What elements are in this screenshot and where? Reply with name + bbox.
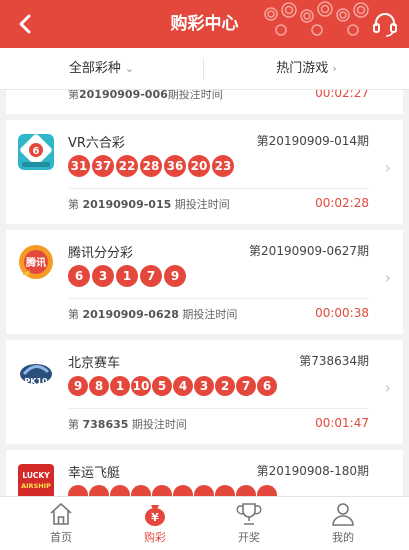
result-ball: 7 [236, 376, 256, 396]
lottery-card-beijing-racing[interactable]: PK10 北京赛车 第738634期 9 8 1 10 5 4 3 2 7 6 › 第 73863… [6, 340, 403, 444]
result-ball: 8 [89, 376, 109, 396]
result-ball [110, 485, 130, 496]
lucky-airship-logo-icon: LUCKY AIRSHIP [18, 464, 54, 496]
result-ball: 37 [92, 155, 114, 177]
result-ball: 7 [140, 265, 162, 287]
result-ball: 6 [68, 265, 90, 287]
tab-buy-lottery-label: 购彩 [144, 531, 166, 544]
draw-result-balls: 31 37 22 28 36 20 23 [68, 155, 236, 178]
chevron-right-icon: › [384, 378, 391, 397]
lottery-name: 幸运飞艇 [68, 466, 121, 481]
all-lottery-types-label: 全部彩种 [68, 61, 121, 76]
lottery-card-tencent-ffc[interactable]: 腾讯 腾讯分分彩 第20190909-0627期 63179 › 第 20190… [6, 230, 403, 334]
draw-result-balls [68, 485, 278, 496]
chevron-right-icon: › [384, 158, 391, 177]
user-icon [332, 503, 354, 526]
result-ball: 3 [92, 265, 114, 287]
hot-games-label: 热门游戏 [276, 61, 329, 76]
next-bet-info: 第 738635 期投注时间 [68, 418, 187, 431]
result-ball [173, 485, 193, 496]
draw-result-balls: 9 8 1 10 5 4 3 2 7 6 [68, 375, 278, 398]
result-ball [68, 485, 88, 496]
customer-service-icon[interactable] [371, 10, 399, 38]
result-ball: 9 [164, 265, 186, 287]
result-ball [89, 485, 109, 496]
svg-text:¥: ¥ [151, 511, 159, 524]
tab-draw-results-label: 开奖 [238, 531, 260, 544]
result-ball: 10 [131, 376, 151, 396]
beijing-racing-logo-icon: PK10 [20, 364, 52, 386]
svg-text:腾讯: 腾讯 [25, 256, 46, 269]
chevron-right-icon: › [332, 62, 337, 75]
result-ball [215, 485, 235, 496]
result-ball [131, 485, 151, 496]
next-bet-info: 第 20190909-0628 期投注时间 [68, 308, 238, 321]
tab-mine[interactable]: 我的 [292, 497, 394, 550]
tencent-ffc-logo-icon: 腾讯 [19, 245, 53, 279]
result-ball: 31 [68, 155, 90, 177]
lottery-card[interactable]: 第20190909-006期投注时间 00:02:27 [6, 90, 403, 114]
card-divider [68, 298, 369, 299]
tab-buy-lottery[interactable]: ¥ 购彩 [104, 497, 206, 550]
bottom-tab-bar: 首页 ¥ 购彩 开奖 我的 [0, 496, 409, 550]
result-ball: 6 [257, 376, 277, 396]
vr-liuhecai-logo-icon: 6 [18, 134, 54, 170]
hot-games-link[interactable]: 热门游戏 › [204, 48, 409, 90]
decorative-cloud-pattern-icon [264, 1, 369, 36]
countdown-timer: 00:02:28 [315, 196, 369, 210]
result-ball: 20 [188, 155, 210, 177]
lottery-name: 北京赛车 [68, 356, 121, 371]
chevron-right-icon: › [384, 268, 391, 287]
tab-draw-results[interactable]: 开奖 [198, 497, 300, 550]
lottery-period: 第20190909-0627期 [249, 244, 369, 258]
result-ball: 2 [215, 376, 235, 396]
result-ball: 22 [116, 155, 138, 177]
result-ball: 5 [152, 376, 172, 396]
lottery-card-lucky-airship[interactable]: LUCKY AIRSHIP 幸运飞艇 第20190908-180期 [6, 450, 403, 496]
result-ball: 9 [68, 376, 88, 396]
svg-text:6: 6 [33, 146, 40, 157]
result-ball: 1 [116, 265, 138, 287]
lottery-period: 第738634期 [299, 354, 369, 368]
result-ball: 3 [194, 376, 214, 396]
lottery-period: 第20190909-014期 [256, 134, 369, 148]
next-bet-info: 第 20190909-015 期投注时间 [68, 198, 230, 211]
result-ball [257, 485, 277, 496]
svg-text:LUCKY: LUCKY [22, 471, 50, 480]
tab-home[interactable]: 首页 [10, 497, 112, 550]
lottery-period: 第20190908-180期 [256, 464, 369, 478]
lottery-list[interactable]: 第20190909-006期投注时间 00:02:27 6 VR六合彩 第201… [0, 90, 409, 496]
all-lottery-types-dropdown[interactable]: 全部彩种 ⌄ [0, 48, 203, 90]
result-ball: 1 [110, 376, 130, 396]
card-divider [68, 408, 369, 409]
result-ball: 28 [140, 155, 162, 177]
lottery-name: 腾讯分分彩 [68, 246, 134, 261]
home-icon [50, 503, 72, 525]
result-ball: 4 [173, 376, 193, 396]
app-header: 购彩中心 [0, 0, 409, 48]
result-ball: 36 [164, 155, 186, 177]
lottery-name: VR六合彩 [68, 136, 125, 151]
result-ball [236, 485, 256, 496]
card-divider [68, 188, 369, 189]
next-bet-info: 第20190909-006期投注时间 [68, 90, 223, 101]
svg-text:AIRSHIP: AIRSHIP [21, 482, 51, 490]
result-ball: 23 [212, 155, 234, 177]
lottery-card-vr-liuhecai[interactable]: 6 VR六合彩 第20190909-014期 31 37 22 28 36 20 23 › … [6, 120, 403, 224]
money-bag-icon: ¥ [145, 505, 165, 526]
filter-bar: 全部彩种 ⌄ 热门游戏 › [0, 48, 409, 90]
chevron-down-icon: ⌄ [124, 62, 135, 75]
countdown-timer: 00:00:38 [315, 306, 369, 320]
draw-result-balls: 63179 [68, 265, 188, 288]
tab-home-label: 首页 [50, 531, 72, 544]
svg-text:PK10: PK10 [24, 377, 48, 386]
trophy-icon [236, 503, 262, 525]
countdown-timer: 00:01:47 [315, 416, 369, 430]
result-ball [194, 485, 214, 496]
tab-mine-label: 我的 [332, 531, 354, 544]
result-ball [152, 485, 172, 496]
countdown-timer: 00:02:27 [315, 90, 369, 100]
